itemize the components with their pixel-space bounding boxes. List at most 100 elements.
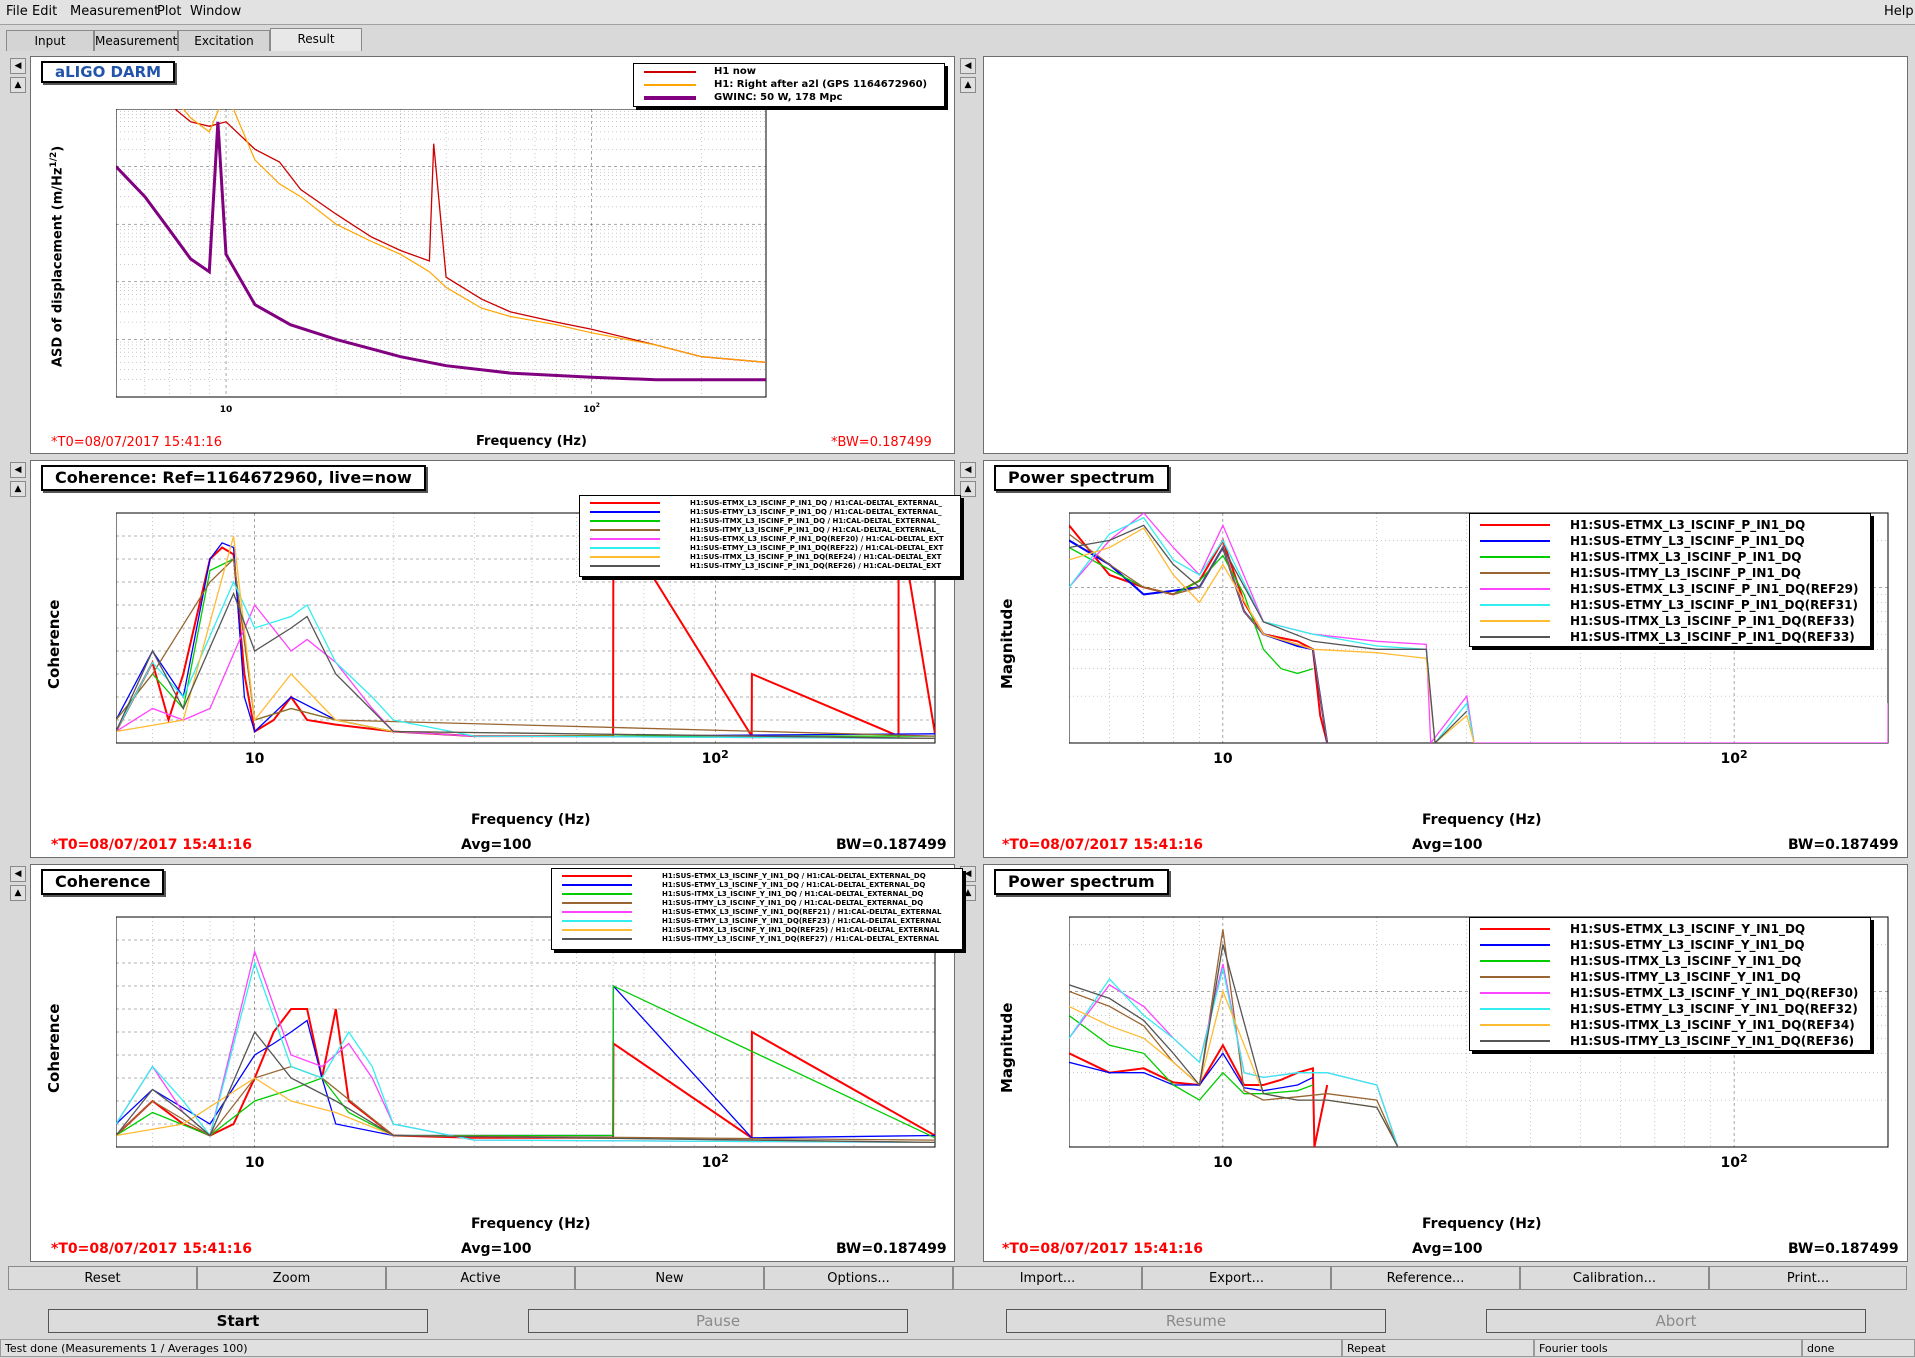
- menu-file[interactable]: File: [6, 4, 28, 19]
- legend-label: H1:SUS-ETMY_L3_ISCINF_Y_IN1_DQ(REF32): [1570, 1002, 1858, 1016]
- legend-entry: H1:SUS-ETMX_L3_ISCINF_Y_IN1_DQ / H1:CAL-…: [552, 872, 962, 881]
- legend-entry: H1:SUS-ITMX_L3_ISCINF_P_IN1_DQ(REF33): [1470, 613, 1870, 629]
- x-tick-label: 10: [1213, 751, 1233, 767]
- tab-excitation[interactable]: Excitation: [178, 30, 270, 51]
- legend-label: H1:SUS-ITMY_L3_ISCINF_Y_IN1_DQ: [1570, 970, 1801, 984]
- t0-label: *T0=08/07/2017 15:41:16: [1002, 1241, 1204, 1257]
- pane3-up-arrow-icon[interactable]: ▲: [10, 481, 26, 497]
- bw-label: BW=0.187499: [1788, 1241, 1899, 1257]
- legend-swatch: [562, 929, 632, 931]
- legend-swatch: [1480, 944, 1550, 946]
- menu-bar: File Edit Measurement Plot Window Help: [0, 0, 1915, 25]
- zoom-button[interactable]: Zoom: [197, 1266, 386, 1290]
- legend-swatch: [1480, 540, 1550, 542]
- menu-plot[interactable]: Plot: [157, 4, 182, 19]
- pane5-up-arrow-icon[interactable]: ▲: [10, 885, 26, 901]
- legend-entry: H1:SUS-ITMX_L3_ISCINF_P_IN1_DQ(REF33): [1470, 629, 1870, 645]
- power-y-legend: H1:SUS-ETMX_L3_ISCINF_Y_IN1_DQ H1:SUS-ETM…: [1469, 917, 1871, 1051]
- avg-label: Avg=100: [1412, 837, 1483, 853]
- tab-input[interactable]: Input: [6, 30, 94, 51]
- menu-help[interactable]: Help: [1884, 4, 1914, 19]
- legend-entry: GWINC: 50 W, 178 Mpc: [634, 92, 944, 104]
- y-axis-label: Magnitude: [998, 598, 1016, 689]
- legend-entry: H1:SUS-ITMX_L3_ISCINF_Y_IN1_DQ(REF34): [1470, 1017, 1870, 1033]
- pause-button[interactable]: Pause: [528, 1309, 908, 1333]
- legend-swatch: [1480, 928, 1550, 930]
- legend-entry: H1:SUS-ITMY_L3_ISCINF_P_IN1_DQ / H1:CAL-…: [580, 526, 960, 535]
- legend-swatch: [590, 529, 660, 531]
- plot-title: aLIGO DARM: [41, 61, 176, 83]
- import-button[interactable]: Import...: [953, 1266, 1142, 1290]
- x-tick-label: 10: [245, 751, 265, 767]
- menu-edit[interactable]: Edit: [32, 4, 57, 19]
- legend-label: H1:SUS-ITMX_L3_ISCINF_Y_IN1_DQ: [1570, 954, 1802, 968]
- x-tick-label: 10: [245, 1155, 265, 1171]
- plot-pane-power-p: Power spectrum 10110102 H1:SUS-ETMX_L3_I…: [983, 460, 1908, 858]
- options-button[interactable]: Options...: [764, 1266, 953, 1290]
- active-button[interactable]: Active: [386, 1266, 575, 1290]
- legend-label: H1:SUS-ITMY_L3_ISCINF_P_IN1_DQ: [1570, 566, 1801, 580]
- pane1-left-arrow-icon[interactable]: ◀: [10, 58, 26, 74]
- tab-measurement[interactable]: Measurement: [94, 30, 178, 51]
- legend-label: H1:SUS-ETMX_L3_ISCINF_Y_IN1_DQ(REF30): [1570, 986, 1859, 1000]
- legend-entry: H1:SUS-ETMY_L3_ISCINF_Y_IN1_DQ(REF32): [1470, 1001, 1870, 1017]
- status-tools: Fourier tools: [1534, 1339, 1802, 1357]
- abort-button[interactable]: Abort: [1486, 1309, 1866, 1333]
- bw-label: BW=0.187499: [1788, 837, 1899, 853]
- pane4-up-arrow-icon[interactable]: ▲: [960, 481, 976, 497]
- x-tick-label: 102: [1721, 1152, 1748, 1171]
- legend-entry: H1:SUS-ETMX_L3_ISCINF_P_IN1_DQ(REF20) / …: [580, 535, 960, 544]
- pane1-up-arrow-icon[interactable]: ▲: [10, 77, 26, 93]
- pane2-left-arrow-icon[interactable]: ◀: [960, 58, 976, 74]
- legend-swatch: [562, 875, 632, 877]
- legend-swatch: [1480, 636, 1550, 638]
- legend-entry: H1:SUS-ITMY_L3_ISCINF_P_IN1_DQ: [1470, 565, 1870, 581]
- menu-window[interactable]: Window: [190, 4, 241, 19]
- legend-label: H1:SUS-ITMX_L3_ISCINF_Y_IN1_DQ / H1:CAL-…: [662, 890, 924, 898]
- coherence-y-plot-area[interactable]: 10.90.80.70.60.50.40.30.20.1010102: [116, 907, 956, 1197]
- darm-plot-area[interactable]: 10-1510-1610-1710-1810-1910-2010102: [116, 109, 966, 474]
- legend-entry: H1: Right after a2l (GPS 1164672960): [634, 79, 944, 91]
- legend-swatch: [1480, 976, 1550, 978]
- legend-label: H1: Right after a2l (GPS 1164672960): [714, 79, 928, 90]
- resume-button[interactable]: Resume: [1006, 1309, 1386, 1333]
- reference-button[interactable]: Reference...: [1331, 1266, 1520, 1290]
- legend-swatch: [1480, 992, 1550, 994]
- legend-swatch: [590, 565, 660, 567]
- legend-swatch: [1480, 572, 1550, 574]
- legend-label: H1:SUS-ETMY_L3_ISCINF_Y_IN1_DQ / H1:CAL-…: [662, 881, 926, 889]
- y-axis-label: Coherence: [45, 599, 63, 689]
- legend-swatch: [562, 893, 632, 895]
- start-button[interactable]: Start: [48, 1309, 428, 1333]
- legend-label: H1:SUS-ITMY_L3_ISCINF_Y_IN1_DQ / H1:CAL-…: [662, 899, 924, 907]
- legend-swatch: [590, 520, 660, 522]
- reset-button[interactable]: Reset: [8, 1266, 197, 1290]
- export-button[interactable]: Export...: [1142, 1266, 1331, 1290]
- status-state: done: [1802, 1339, 1915, 1357]
- legend-swatch: [590, 547, 660, 549]
- tab-bar: Input Measurement Excitation Result: [0, 26, 1915, 52]
- pane2-up-arrow-icon[interactable]: ▲: [960, 77, 976, 93]
- tab-result[interactable]: Result: [270, 28, 362, 51]
- power-p-legend: H1:SUS-ETMX_L3_ISCINF_P_IN1_DQ H1:SUS-ETM…: [1469, 513, 1871, 647]
- x-tick-label: 102: [702, 748, 729, 767]
- avg-label: Avg=100: [461, 1241, 532, 1257]
- legend-swatch: [590, 556, 660, 558]
- bw-label: BW=0.187499: [836, 837, 947, 853]
- legend-label: H1:SUS-ITMX_L3_ISCINF_Y_IN1_DQ(REF34): [1570, 1018, 1855, 1032]
- legend-swatch: [644, 84, 696, 86]
- legend-entry: H1:SUS-ETMX_L3_ISCINF_Y_IN1_DQ(REF21) / …: [552, 908, 962, 917]
- legend-entry: H1:SUS-ITMY_L3_ISCINF_P_IN1_DQ(REF26) / …: [580, 562, 960, 571]
- legend-entry: H1:SUS-ETMX_L3_ISCINF_Y_IN1_DQ: [1470, 921, 1870, 937]
- x-axis-label: Frequency (Hz): [471, 812, 591, 828]
- new-button[interactable]: New: [575, 1266, 764, 1290]
- legend-entry: H1:SUS-ITMX_L3_ISCINF_Y_IN1_DQ(REF25) / …: [552, 926, 962, 935]
- y-axis-label: ASD of displacement (m/Hz1/2): [49, 145, 66, 367]
- calibration-button[interactable]: Calibration...: [1520, 1266, 1709, 1290]
- print-button[interactable]: Print...: [1709, 1266, 1907, 1290]
- pane5-left-arrow-icon[interactable]: ◀: [10, 866, 26, 882]
- legend-swatch: [562, 938, 632, 940]
- menu-measurement[interactable]: Measurement: [70, 4, 159, 19]
- legend-entry: H1:SUS-ETMX_L3_ISCINF_P_IN1_DQ(REF29): [1470, 581, 1870, 597]
- pane3-left-arrow-icon[interactable]: ◀: [10, 462, 26, 478]
